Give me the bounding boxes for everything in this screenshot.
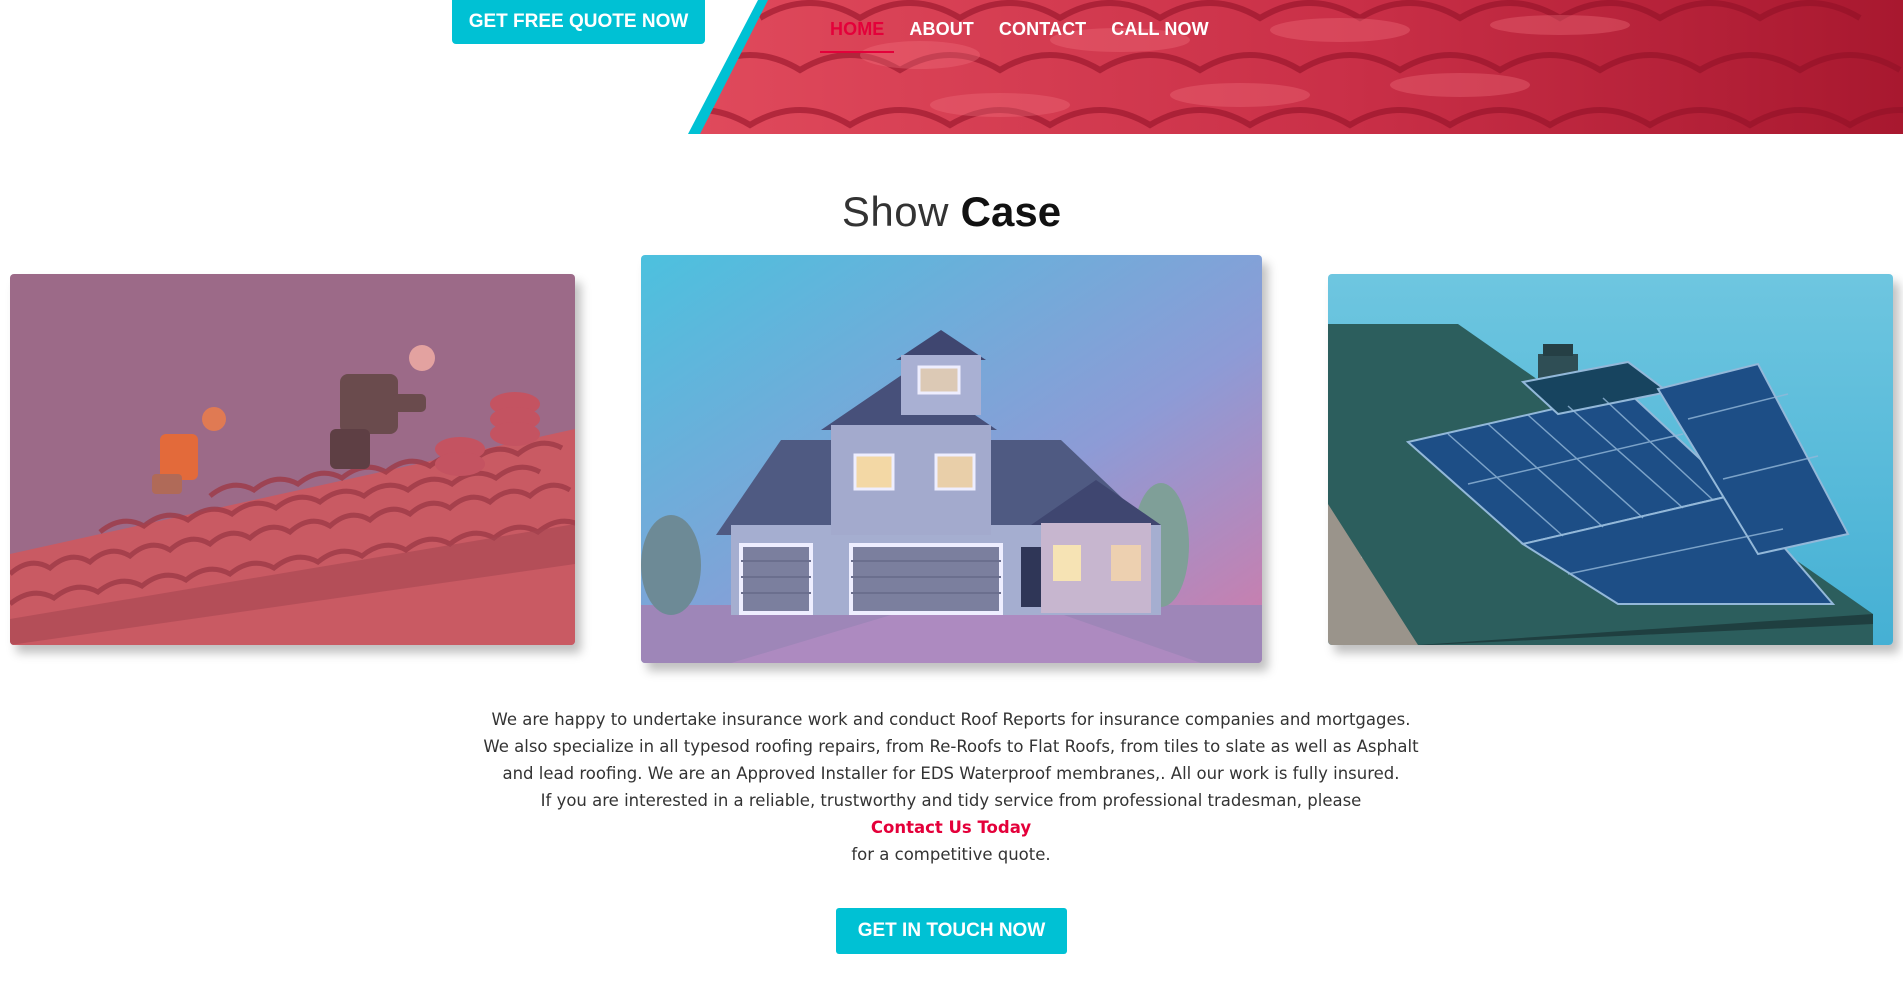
get-free-quote-button[interactable]: GET FREE QUOTE NOW: [452, 0, 705, 44]
house-illustration: [641, 255, 1262, 663]
showcase-image-house[interactable]: [641, 255, 1262, 663]
about-line-3: and lead roofing. We are an Approved Ins…: [502, 764, 1400, 783]
roofers-illustration: [10, 274, 575, 645]
showcase-image-roofers[interactable]: [10, 274, 575, 645]
nav-about[interactable]: ABOUT: [899, 16, 984, 53]
get-in-touch-button[interactable]: GET IN TOUCH NOW: [836, 908, 1067, 954]
nav-contact[interactable]: CONTACT: [989, 16, 1096, 53]
nav-home[interactable]: HOME: [820, 16, 895, 53]
main-nav: HOME ABOUT CONTACT CALL NOW: [820, 16, 1224, 53]
about-line-4: If you are interested in a reliable, tru…: [540, 791, 1362, 810]
site-header: GET FREE QUOTE NOW HOME ABOUT CONTACT CA…: [0, 0, 1903, 134]
showcase-image-solar-roof[interactable]: [1328, 274, 1893, 645]
showcase-title-bold: Case: [960, 188, 1062, 235]
contact-us-today-link[interactable]: Contact Us Today: [871, 814, 1031, 841]
showcase-title: Show Case: [0, 188, 1903, 236]
about-line-1: We are happy to undertake insurance work…: [491, 710, 1411, 729]
nav-call-now[interactable]: CALL NOW: [1101, 16, 1218, 53]
showcase-title-light: Show: [841, 188, 949, 235]
solar-roof-illustration: [1328, 274, 1893, 645]
about-line-2: We also specialize in all typesod roofin…: [483, 737, 1419, 756]
about-text: We are happy to undertake insurance work…: [451, 706, 1451, 868]
about-line-5: for a competitive quote.: [851, 845, 1051, 864]
